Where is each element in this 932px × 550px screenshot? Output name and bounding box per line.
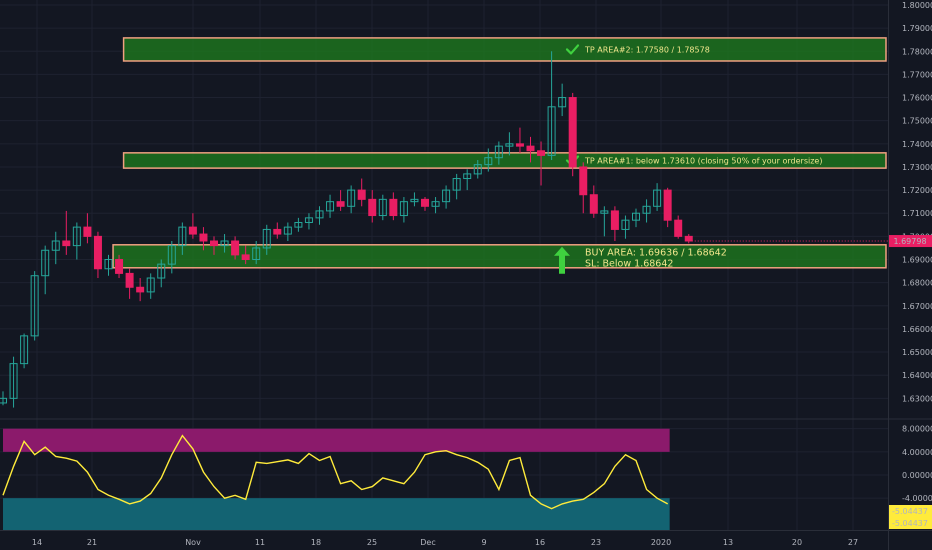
x-tick-label: 23 [591,538,601,547]
last-price-label: 1.69798 [893,237,926,246]
candle-body [674,219,683,237]
price-chart-svg[interactable]: TP AREA#2: 1.77580 / 1.78578 TP AREA#1: b… [0,0,932,550]
candle-body [210,240,218,247]
y-tick-label: 1.67000 [902,302,932,311]
oscillator-upper-band [3,428,670,452]
candle-body [526,145,535,152]
x-tick-label: Dec [420,538,435,547]
y-tick-label: 1.74000 [902,140,932,149]
x-tick-label: 25 [367,538,377,547]
candle-body [421,198,429,207]
x-tick-label: Nov [185,538,201,547]
y-tick-label: 1.73000 [902,163,932,172]
buy-area-label: BUY AREA: 1.69636 / 1.68642 [585,247,727,258]
candle-body [610,210,619,230]
osc-y-tick-label: 0.00000 [902,471,932,480]
candle-body [125,272,134,288]
y-tick-label: 1.72000 [902,186,932,195]
y-tick-label: 1.79000 [902,24,932,33]
candle-body [93,235,102,270]
x-tick-label: 13 [723,538,733,547]
x-tick-label: 14 [32,538,42,547]
x-tick-label: 27 [848,538,858,547]
osc-y-tick-label: -4.00000 [902,494,932,503]
y-tick-label: 1.66000 [902,325,932,334]
stop-loss-label: SL: Below 1.68642 [585,258,673,269]
y-tick-label: 1.76000 [902,94,932,103]
zone-label-tp1: TP AREA#1: below 1.73610 (closing 50% of… [584,156,822,165]
candle-body [231,240,240,256]
oscillator-lower-band [3,498,670,530]
candle-body [357,189,366,200]
x-tick-label: 18 [311,538,321,547]
y-tick-label: 1.75000 [902,117,932,126]
osc-y-tick-label: 8.00000 [902,425,932,434]
candle-body [663,189,672,221]
y-tick-label: 1.63000 [902,394,932,403]
candle-body [589,194,598,214]
zone-tp2[interactable] [122,37,887,62]
x-tick-label: 20 [792,538,802,547]
y-tick-label: 1.64000 [902,371,932,380]
candle-body [136,286,145,293]
candle[interactable] [568,92,577,177]
zone-label-tp2: TP AREA#2: 1.77580 / 1.78578 [584,45,710,54]
x-tick-label: 2020 [651,538,671,547]
x-tick-label: 21 [87,538,97,547]
candle-body [62,240,71,247]
x-tick-label: 11 [255,538,265,547]
zone-buy[interactable] [112,244,887,269]
y-tick-label: 1.77000 [902,70,932,79]
candle-body [579,166,588,196]
chart-window: TP AREA#2: 1.77580 / 1.78578 TP AREA#1: b… [0,0,932,550]
candle-body [537,150,546,156]
candle-body [515,143,524,147]
candle-body [336,201,345,207]
candle-body [115,259,124,274]
candle-body [568,97,577,168]
candle-body [241,254,250,261]
candle-body [389,198,398,217]
y-tick-label: 1.71000 [902,209,932,218]
candle-body [684,235,693,242]
x-tick-label: 9 [481,538,486,547]
y-tick-label: 1.65000 [902,348,932,357]
x-tick-label: 16 [535,538,545,547]
y-tick-label: 1.78000 [902,47,932,56]
osc-last-value-label: -5.04437 [892,519,928,528]
candle-body [273,228,282,235]
osc-last-value-label: -5.04437 [892,507,928,516]
y-tick-label: 1.68000 [902,279,932,288]
y-tick-label: 1.69000 [902,256,932,265]
candle-body [368,198,377,217]
candle-body [83,226,92,237]
y-tick-label: 1.80000 [902,1,932,10]
candle-body [188,226,197,235]
candle-body [199,233,208,242]
osc-y-tick-label: 4.00000 [902,448,932,457]
